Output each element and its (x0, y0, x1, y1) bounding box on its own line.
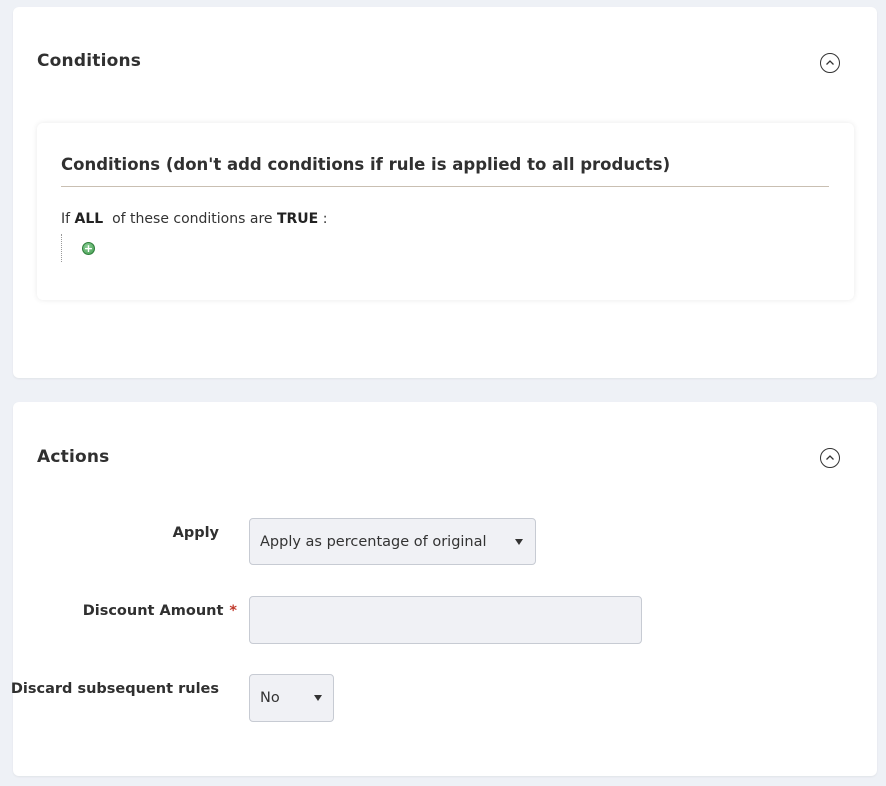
actions-card: Actions Apply Apply as percentage of ori… (10, 402, 877, 776)
discount-amount-label: Discount Amount * (83, 603, 237, 619)
chevron-up-icon (826, 455, 834, 460)
conditions-box: Conditions (don't add conditions if rule… (37, 123, 854, 300)
actions-collapse-button[interactable] (820, 448, 840, 468)
discount-amount-input[interactable] (249, 596, 642, 644)
conditions-tree-guide (61, 234, 62, 262)
conditions-middle-text: of these conditions are (112, 211, 273, 227)
conditions-section-title[interactable]: Conditions (37, 51, 141, 71)
chevron-up-icon (826, 60, 834, 65)
actions-section-title[interactable]: Actions (37, 447, 110, 467)
chevron-down-icon (314, 695, 322, 701)
discard-rules-label: Discard subsequent rules (10, 681, 219, 697)
conditions-aggregator-link[interactable]: ALL (75, 211, 104, 227)
discard-rules-select-value: No (260, 690, 280, 706)
required-mark: * (229, 603, 237, 619)
discard-rules-select[interactable]: No (249, 674, 334, 722)
apply-label: Apply (172, 525, 219, 541)
conditions-collapse-button[interactable] (820, 53, 840, 73)
conditions-prefix: If (61, 211, 71, 227)
conditions-card: Conditions Conditions (don't add conditi… (13, 7, 877, 378)
conditions-statement: If ALL of these conditions are TRUE : (61, 211, 327, 227)
conditions-value-link[interactable]: TRUE (277, 211, 318, 227)
discount-amount-label-text: Discount Amount (82, 603, 224, 619)
add-condition-icon[interactable]: + (82, 242, 95, 255)
conditions-suffix: : (322, 211, 328, 227)
chevron-down-icon (515, 538, 523, 545)
conditions-box-divider (61, 186, 829, 187)
apply-select-value: Apply as percentage of original (260, 533, 487, 550)
conditions-box-title: Conditions (don't add conditions if rule… (61, 155, 671, 174)
apply-select[interactable]: Apply as percentage of original (249, 518, 536, 565)
